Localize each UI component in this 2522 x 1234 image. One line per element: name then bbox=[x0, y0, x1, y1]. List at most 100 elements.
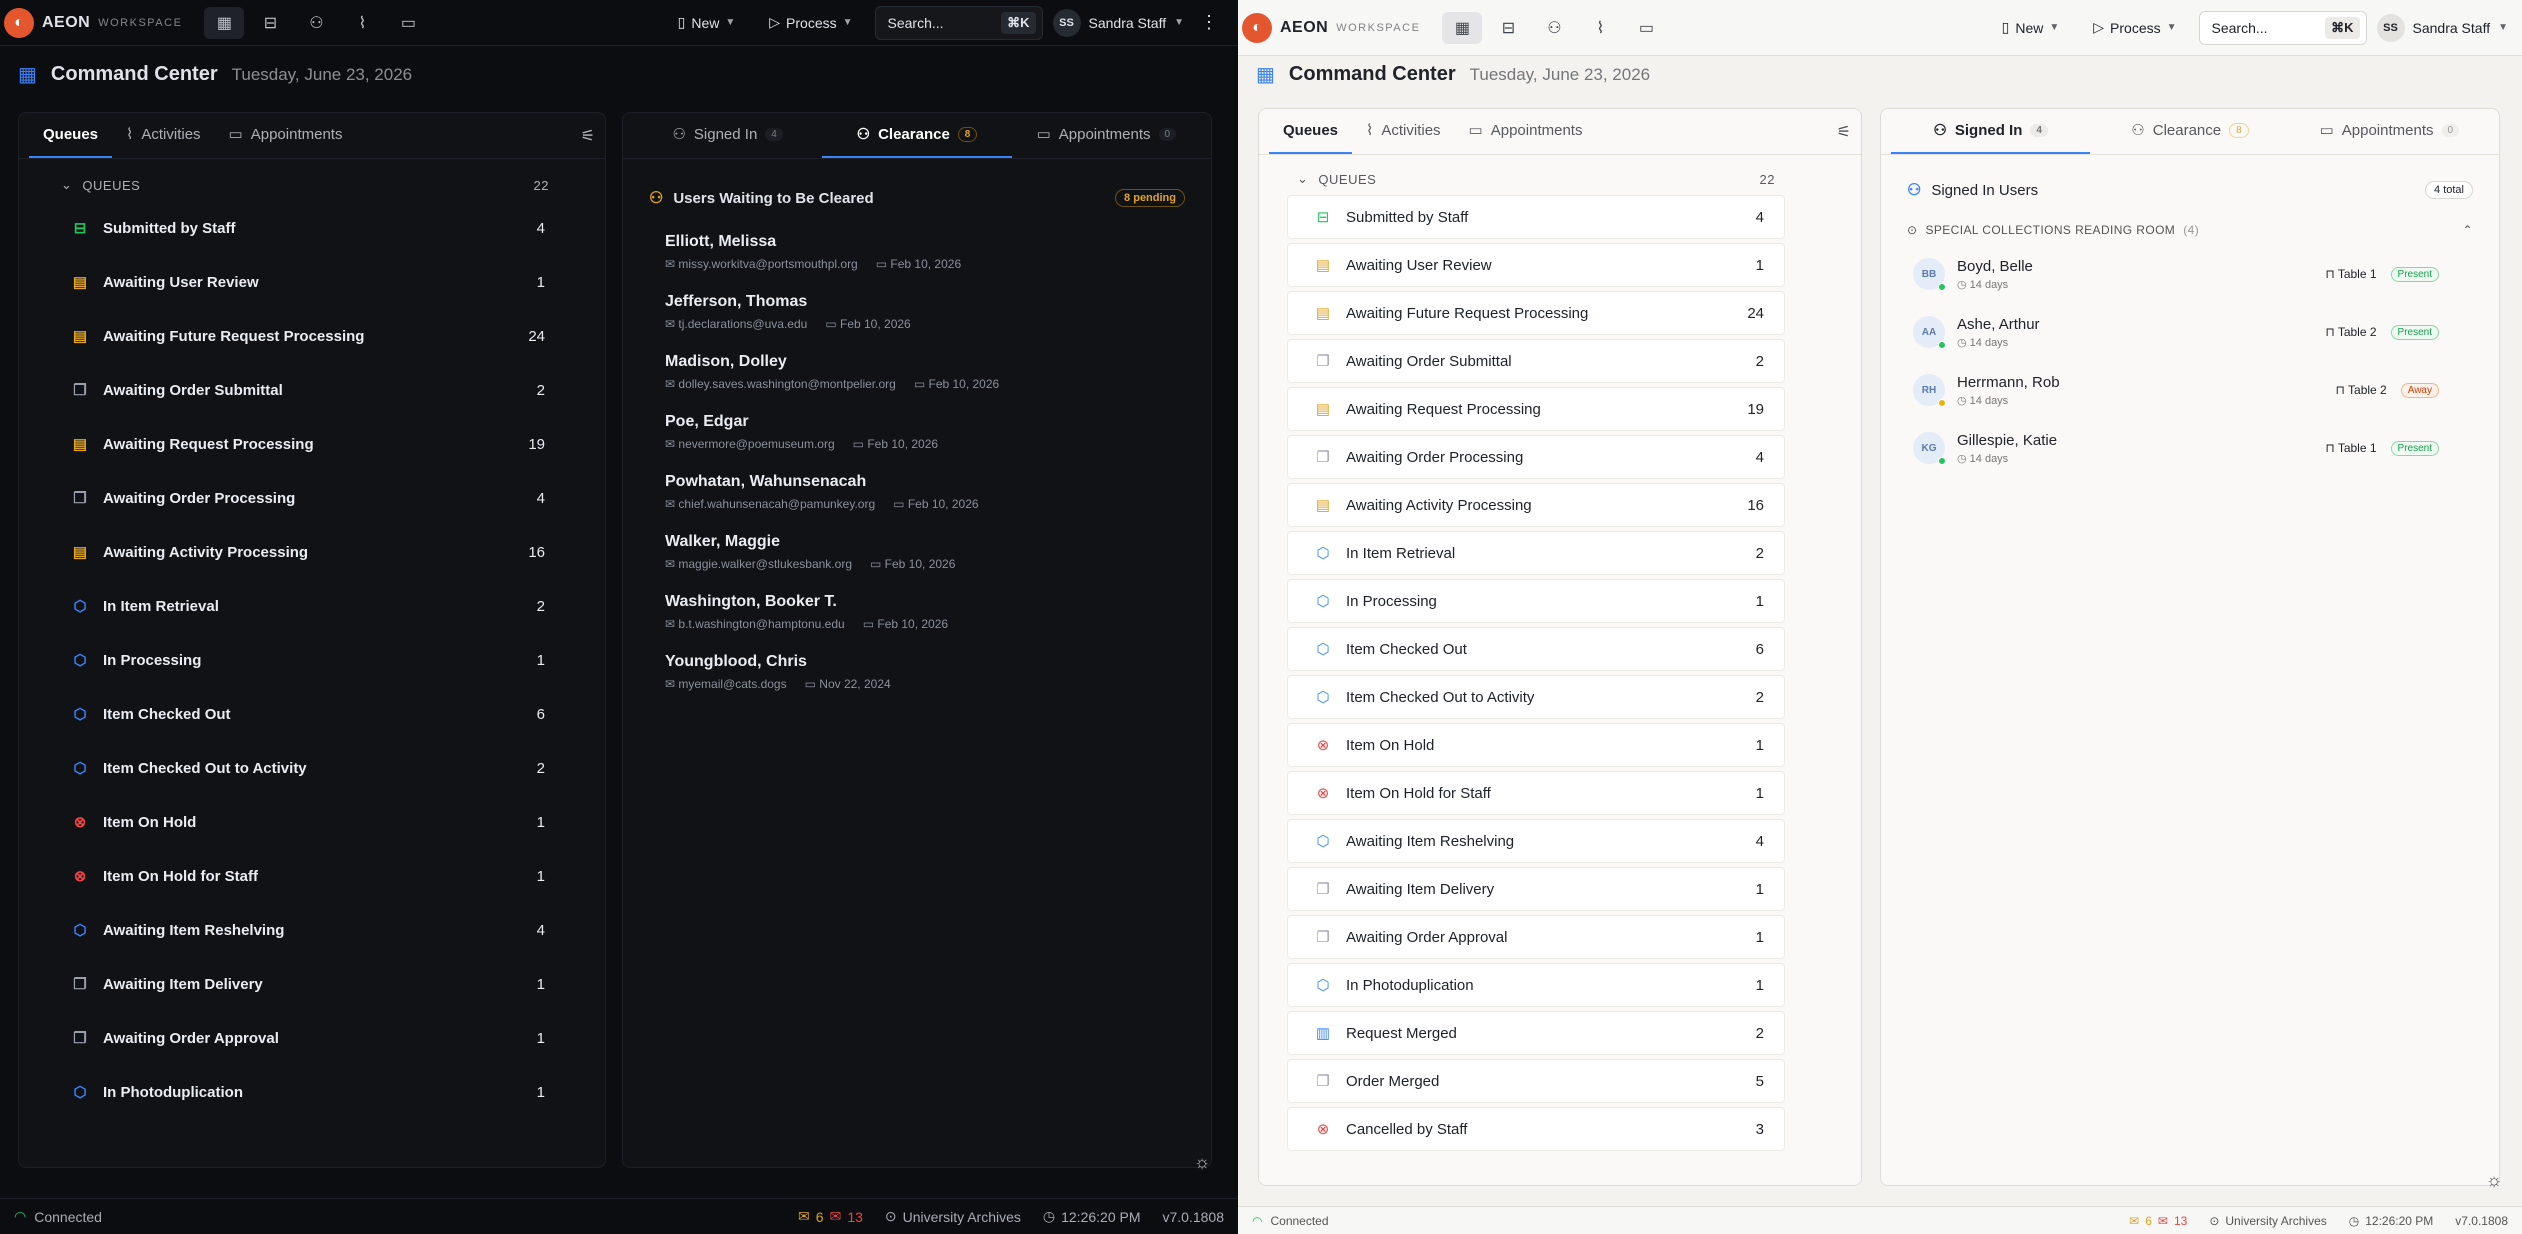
location[interactable]: ⊙ University Archives bbox=[2209, 1214, 2326, 1228]
queue-row[interactable]: ⬡ Awaiting Item Reshelving 4 bbox=[1287, 819, 1785, 863]
queues-header[interactable]: ⌄ QUEUES 22 bbox=[1281, 163, 1791, 195]
queue-row[interactable]: ▤ Awaiting Future Request Processing 24 bbox=[45, 309, 565, 363]
queue-row[interactable]: ▤ Awaiting Activity Processing 16 bbox=[1287, 483, 1785, 527]
queue-row[interactable]: ⊟ Submitted by Staff 4 bbox=[45, 201, 565, 255]
queue-row[interactable]: ⬡ Awaiting Item Reshelving 4 bbox=[45, 903, 565, 957]
list-item[interactable]: Youngblood, Chris ✉ myemail@cats.dogs ▭ No… bbox=[623, 643, 1211, 703]
tab-appointments[interactable]: ▭ Appointments bbox=[215, 113, 357, 158]
user-menu[interactable]: SS Sandra Staff ▼ bbox=[2376, 13, 2508, 42]
queue-row[interactable]: ❐ Awaiting Order Processing 4 bbox=[1287, 435, 1785, 479]
queue-row[interactable]: ⬡ In Item Retrieval 2 bbox=[45, 579, 565, 633]
search-input[interactable]: Search... ⌘K bbox=[874, 5, 1043, 40]
signed-in-user-row[interactable]: BB Boyd, Belle ◷ 14 days ⊓ Table 1 Present bbox=[1881, 245, 2499, 303]
calendar-icon[interactable]: ▭ bbox=[388, 7, 428, 39]
grid-icon[interactable]: ▦ bbox=[1442, 11, 1483, 44]
mail-counts[interactable]: ✉ 6 ✉ 13 bbox=[798, 1208, 863, 1225]
grid-icon[interactable]: ▦ bbox=[204, 6, 245, 39]
queue-row[interactable]: ⬡ Item Checked Out 6 bbox=[45, 687, 565, 741]
tab-clearance[interactable]: ⚇ Clearance 8 bbox=[2090, 109, 2289, 154]
queue-row[interactable]: ▥ Request Merged 2 bbox=[1287, 1011, 1785, 1055]
process-button[interactable]: ▷ Process ▼ bbox=[757, 8, 864, 37]
queue-count: 1 bbox=[1755, 976, 1764, 994]
queue-row[interactable]: ⬡ In Processing 1 bbox=[45, 633, 565, 687]
queue-row[interactable]: ▤ Awaiting User Review 1 bbox=[1287, 243, 1785, 287]
inbox-icon[interactable]: ⊟ bbox=[1488, 12, 1528, 44]
location[interactable]: ⊙ University Archives bbox=[885, 1208, 1021, 1225]
queue-count: 1 bbox=[1755, 784, 1764, 802]
user-menu[interactable]: SS Sandra Staff ▼ bbox=[1052, 8, 1184, 37]
users-icon[interactable]: ⚇ bbox=[296, 7, 336, 39]
queue-row[interactable]: ⬡ Item Checked Out 6 bbox=[1287, 627, 1785, 671]
process-button[interactable]: ▷ Process ▼ bbox=[2081, 13, 2188, 42]
queue-row[interactable]: ❐ Awaiting Order Approval 1 bbox=[1287, 915, 1785, 959]
calendar-icon[interactable]: ▭ bbox=[1626, 12, 1666, 44]
new-button[interactable]: ▯ New ▼ bbox=[666, 8, 748, 37]
queue-row[interactable]: ▤ Awaiting User Review 1 bbox=[45, 255, 565, 309]
activity-icon[interactable]: ⌇ bbox=[1580, 12, 1620, 44]
queues-header[interactable]: ⌄ QUEUES 22 bbox=[45, 169, 565, 201]
filter-icon[interactable]: ⚟ bbox=[1837, 122, 1851, 142]
user-name: Ashe, Arthur bbox=[1957, 315, 2040, 333]
tab-activities[interactable]: ⌇ Activities bbox=[1352, 109, 1455, 154]
clearance-list: Elliott, Melissa ✉ missy.workitva@portsmo… bbox=[623, 223, 1211, 703]
queue-row[interactable]: ⊗ Item On Hold 1 bbox=[1287, 723, 1785, 767]
queue-row[interactable]: ▤ Awaiting Future Request Processing 24 bbox=[1287, 291, 1785, 335]
activity-icon[interactable]: ⌇ bbox=[342, 7, 382, 39]
signed-in-user-row[interactable]: AA Ashe, Arthur ◷ 14 days ⊓ Table 2 Present bbox=[1881, 303, 2499, 361]
users-icon[interactable]: ⚇ bbox=[1534, 12, 1574, 44]
inbox-icon[interactable]: ⊟ bbox=[250, 7, 290, 39]
queue-row[interactable]: ⊗ Cancelled by Staff 3 bbox=[1287, 1107, 1785, 1151]
room-group-header[interactable]: ⊙ SPECIAL COLLECTIONS READING ROOM (4) ⌃ bbox=[1881, 215, 2499, 245]
list-item[interactable]: Washington, Booker T. ✉ b.t.washington@ha… bbox=[623, 583, 1211, 643]
theme-toggle-icon[interactable]: ☼ bbox=[2482, 1168, 2506, 1192]
list-item[interactable]: Poe, Edgar ✉ nevermore@poemuseum.org ▭ Feb… bbox=[623, 403, 1211, 463]
queue-row[interactable]: ❐ Awaiting Order Submittal 2 bbox=[45, 363, 565, 417]
queue-row[interactable]: ⊟ Submitted by Staff 4 bbox=[1287, 195, 1785, 239]
queue-row[interactable]: ⊗ Item On Hold for Staff 1 bbox=[45, 849, 565, 903]
tab-queues[interactable]: Queues bbox=[1269, 109, 1353, 154]
queue-row[interactable]: ⬡ In Photoduplication 1 bbox=[45, 1065, 565, 1119]
queue-row[interactable]: ⬡ Item Checked Out to Activity 2 bbox=[1287, 675, 1785, 719]
queue-row[interactable]: ⬡ In Item Retrieval 2 bbox=[1287, 531, 1785, 575]
search-input[interactable]: Search... ⌘K bbox=[2198, 10, 2367, 45]
queue-row[interactable]: ⬡ In Processing 1 bbox=[1287, 579, 1785, 623]
queue-row[interactable]: ⬡ Item Checked Out to Activity 2 bbox=[45, 741, 565, 795]
tab-activities[interactable]: ⌇ Activities bbox=[112, 113, 215, 158]
queue-row[interactable]: ▤ Awaiting Request Processing 19 bbox=[45, 417, 565, 471]
signed-in-user-row[interactable]: RH Herrmann, Rob ◷ 14 days ⊓ Table 2 Away bbox=[1881, 361, 2499, 419]
chevron-up-icon[interactable]: ⌃ bbox=[2463, 223, 2473, 237]
list-item[interactable]: Elliott, Melissa ✉ missy.workitva@portsmo… bbox=[623, 223, 1211, 283]
mail-counts[interactable]: ✉ 6 ✉ 13 bbox=[2129, 1214, 2187, 1228]
tab-appointments[interactable]: ▭ Appointments 0 bbox=[1012, 113, 1201, 158]
list-item[interactable]: Madison, Dolley ✉ dolley.saves.washington… bbox=[623, 343, 1211, 403]
queue-row[interactable]: ▤ Awaiting Activity Processing 16 bbox=[45, 525, 565, 579]
queue-row[interactable]: ❐ Awaiting Item Delivery 1 bbox=[45, 957, 565, 1011]
queue-row[interactable]: ⬡ In Photoduplication 1 bbox=[1287, 963, 1785, 1007]
queue-row[interactable]: ❐ Awaiting Order Submittal 2 bbox=[1287, 339, 1785, 383]
list-item[interactable]: Powhatan, Wahunsenacah ✉ chief.wahunsenac… bbox=[623, 463, 1211, 523]
tab-appointments[interactable]: ▭ Appointments bbox=[1455, 109, 1597, 154]
filter-icon[interactable]: ⚟ bbox=[581, 126, 595, 146]
queue-row[interactable]: ❐ Awaiting Item Delivery 1 bbox=[1287, 867, 1785, 911]
queue-row[interactable]: ▤ Awaiting Request Processing 19 bbox=[1287, 387, 1785, 431]
queue-row[interactable]: ⊗ Item On Hold 1 bbox=[45, 795, 565, 849]
tab-clearance[interactable]: ⚇ Clearance 8 bbox=[822, 113, 1012, 158]
tab-signed-in[interactable]: ⚇ Signed In 4 bbox=[633, 113, 822, 158]
tab-queues[interactable]: Queues bbox=[29, 113, 113, 158]
queue-row[interactable]: ⊗ Item On Hold for Staff 1 bbox=[1287, 771, 1785, 815]
more-icon[interactable]: ⋮ bbox=[1194, 12, 1224, 33]
theme-toggle-icon[interactable]: ☼ bbox=[1190, 1150, 1214, 1174]
tab-signed-in[interactable]: ⚇ Signed In 4 bbox=[1891, 109, 2091, 154]
queue-row[interactable]: ❐ Awaiting Order Processing 4 bbox=[45, 471, 565, 525]
queue-row[interactable]: ❐ Order Merged 5 bbox=[1287, 1059, 1785, 1103]
app-logo[interactable]: ◐ AEON WORKSPACE bbox=[0, 7, 182, 38]
tab-appointments[interactable]: ▭ Appointments 0 bbox=[2290, 109, 2489, 154]
play-icon: ▷ bbox=[769, 14, 781, 30]
queue-row[interactable]: ❐ Awaiting Order Approval 1 bbox=[45, 1011, 565, 1065]
location-icon: ⊙ bbox=[1907, 223, 1918, 237]
list-item[interactable]: Jefferson, Thomas ✉ tj.declarations@uva.e… bbox=[623, 283, 1211, 343]
app-logo[interactable]: ◐ AEON WORKSPACE bbox=[1238, 12, 1420, 43]
new-button[interactable]: ▯ New ▼ bbox=[1990, 13, 2072, 42]
list-item[interactable]: Walker, Maggie ✉ maggie.walker@stlukesban… bbox=[623, 523, 1211, 583]
signed-in-user-row[interactable]: KG Gillespie, Katie ◷ 14 days ⊓ Table 1 Pres… bbox=[1881, 419, 2499, 477]
